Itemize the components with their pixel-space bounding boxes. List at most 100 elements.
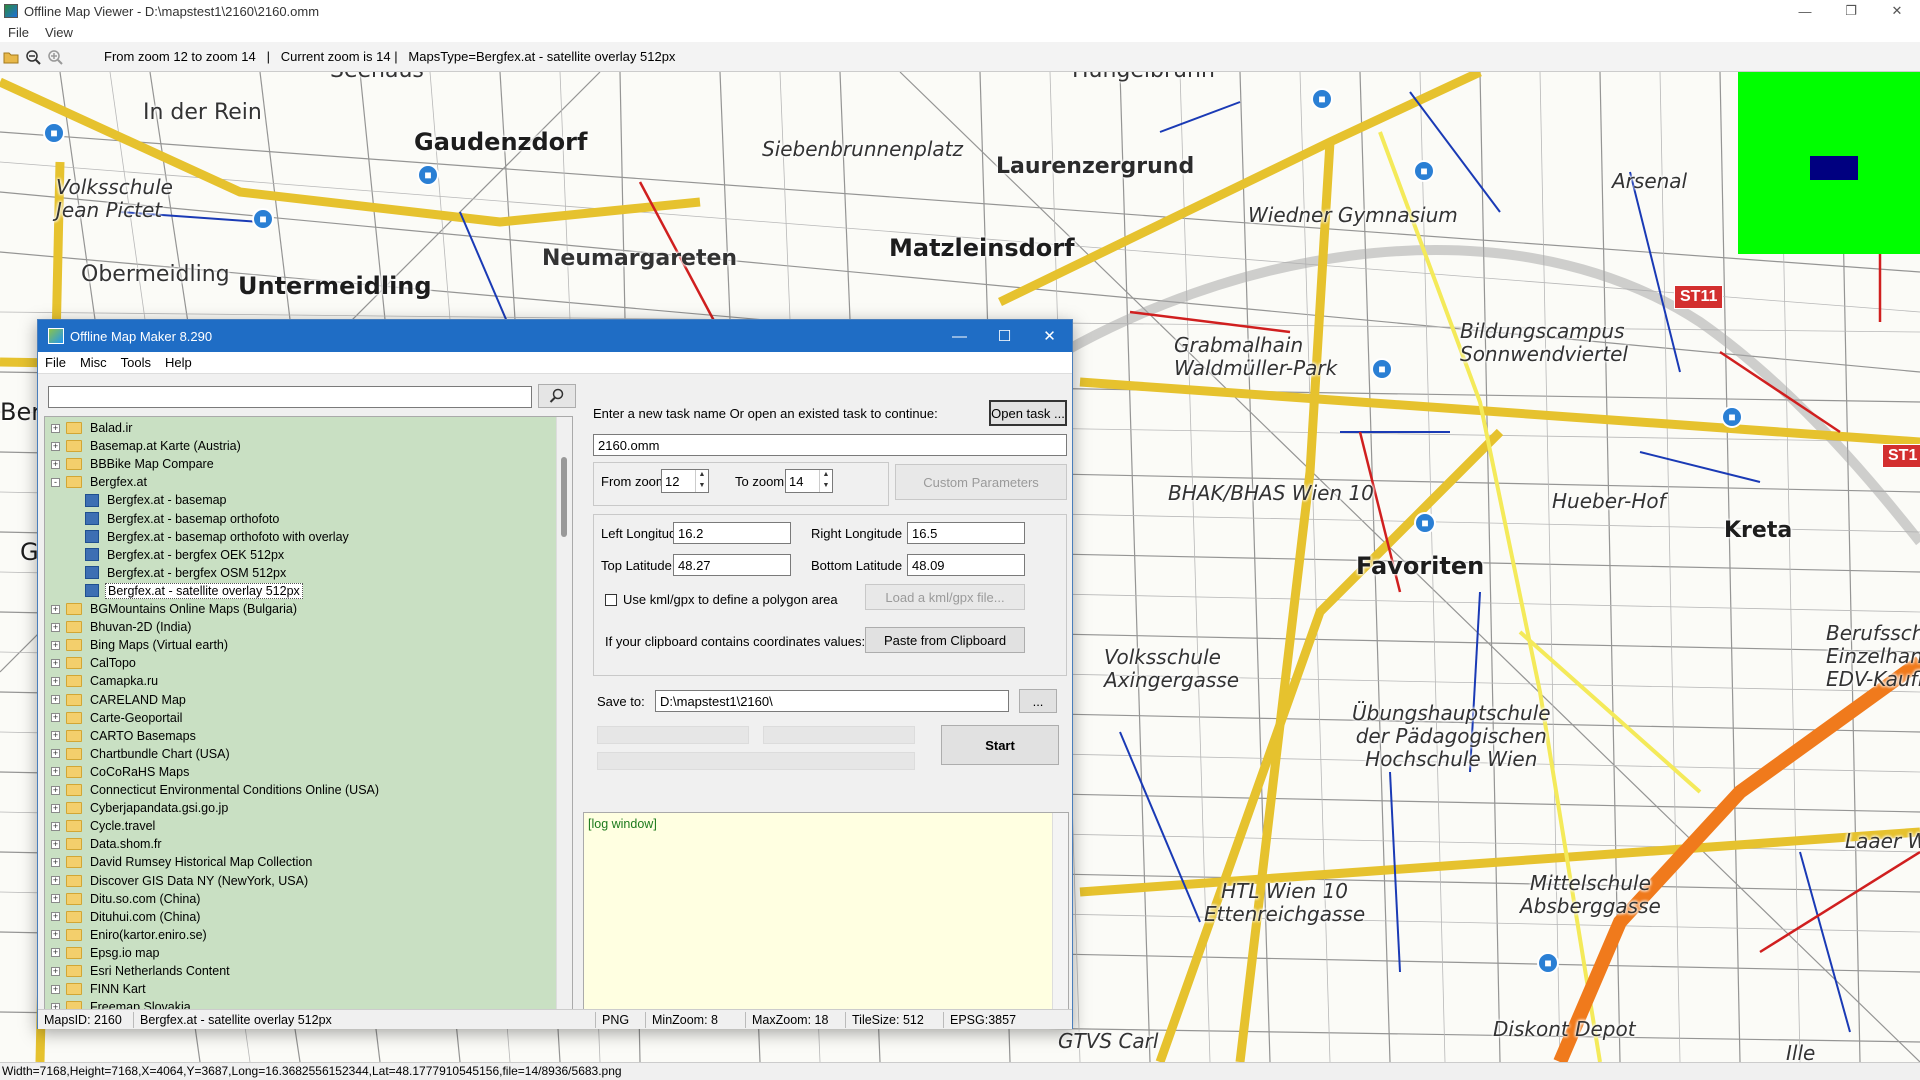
start-button[interactable]: Start xyxy=(941,725,1059,765)
menu-file[interactable]: File xyxy=(0,25,37,40)
overview-viewport[interactable] xyxy=(1810,156,1858,180)
expand-icon[interactable]: + xyxy=(51,984,60,994)
tree-map-item[interactable]: Bergfex.at - basemap orthofoto xyxy=(85,510,281,528)
expand-icon[interactable]: + xyxy=(51,767,60,777)
search-button[interactable] xyxy=(538,384,576,408)
dialog-menu-misc[interactable]: Misc xyxy=(73,355,114,370)
map-label-in-der-rein: In der Rein xyxy=(143,100,262,125)
expand-icon[interactable]: + xyxy=(51,459,60,469)
tree-map-item[interactable]: Bergfex.at - basemap orthofoto with over… xyxy=(85,528,351,546)
load-kml-button[interactable]: Load a kml/gpx file... xyxy=(865,584,1025,610)
tree-folder-item[interactable]: + CoCoRaHS Maps xyxy=(51,763,191,781)
tree-folder-item[interactable]: + Cycle.travel xyxy=(51,817,157,835)
expand-icon[interactable]: + xyxy=(51,749,60,759)
expand-icon[interactable]: + xyxy=(51,658,60,668)
close-icon[interactable]: ✕ xyxy=(1874,0,1920,22)
tree-folder-item[interactable]: + Bing Maps (Virtual earth) xyxy=(51,636,230,654)
save-to-input[interactable]: D:\mapstest1\2160\ xyxy=(655,690,1009,712)
log-window[interactable]: [log window] xyxy=(583,812,1069,1020)
bottom-latitude-input[interactable]: 48.09 xyxy=(907,554,1025,576)
status-map-name: Bergfex.at - satellite overlay 512px xyxy=(134,1011,596,1028)
left-longitude-input[interactable]: 16.2 xyxy=(673,522,791,544)
kml-polygon-checkbox[interactable] xyxy=(605,594,617,606)
open-task-button[interactable]: Open task ... xyxy=(989,400,1067,426)
expand-icon[interactable]: + xyxy=(51,604,60,614)
open-folder-icon[interactable] xyxy=(0,46,22,68)
tree-folder-item[interactable]: + Bhuvan-2D (India) xyxy=(51,618,193,636)
dialog-menu-help[interactable]: Help xyxy=(158,355,199,370)
tree-folder-item[interactable]: + Balad.ir xyxy=(51,419,134,437)
tree-folder-item[interactable]: + Carte-Geoportail xyxy=(51,709,184,727)
tree-folder-item[interactable]: + CARTO Basemaps xyxy=(51,727,198,745)
expand-icon[interactable]: + xyxy=(51,894,60,904)
menu-view[interactable]: View xyxy=(37,25,81,40)
minimize-icon[interactable]: — xyxy=(937,320,982,352)
overview-minimap[interactable] xyxy=(1738,72,1920,254)
expand-icon[interactable]: + xyxy=(51,839,60,849)
custom-parameters-button[interactable]: Custom Parameters xyxy=(895,464,1067,500)
right-longitude-input[interactable]: 16.5 xyxy=(907,522,1025,544)
tree-folder-item[interactable]: + Ditu.so.com (China) xyxy=(51,890,202,908)
expand-icon[interactable]: + xyxy=(51,930,60,940)
tree-folder-item[interactable]: + David Rumsey Historical Map Collection xyxy=(51,853,314,871)
map-source-tree[interactable]: + Balad.ir + Basemap.at Karte (Austria) + BBB… xyxy=(44,416,573,1012)
top-latitude-input[interactable]: 48.27 xyxy=(673,554,791,576)
expand-icon[interactable]: + xyxy=(51,803,60,813)
expand-icon[interactable]: + xyxy=(51,948,60,958)
tree-folder-item[interactable]: + BBBike Map Compare xyxy=(51,455,216,473)
expand-icon[interactable]: + xyxy=(51,622,60,632)
dialog-menu-file[interactable]: File xyxy=(38,355,73,370)
tree-map-item[interactable]: Bergfex.at - bergfex OSM 512px xyxy=(85,564,288,582)
task-name-input[interactable]: 2160.omm xyxy=(593,434,1067,456)
tree-folder-item[interactable]: + Discover GIS Data NY (NewYork, USA) xyxy=(51,872,310,890)
tree-folder-item[interactable]: + BGMountains Online Maps (Bulgaria) xyxy=(51,600,299,618)
expand-icon[interactable]: + xyxy=(51,441,60,451)
tree-folder-item[interactable]: + Eniro(kartor.eniro.se) xyxy=(51,926,209,944)
to-zoom-spinner[interactable]: 14 ▲ ▼ xyxy=(785,469,833,493)
zoom-out-icon[interactable] xyxy=(22,46,44,68)
paste-clipboard-button[interactable]: Paste from Clipboard xyxy=(865,627,1025,653)
tree-folder-item[interactable]: + Camapka.ru xyxy=(51,672,160,690)
log-scrollbar[interactable] xyxy=(1052,813,1068,1019)
expand-icon[interactable]: + xyxy=(51,857,60,867)
collapse-icon[interactable]: - xyxy=(51,477,60,487)
expand-icon[interactable]: + xyxy=(51,676,60,686)
expand-icon[interactable]: + xyxy=(51,423,60,433)
tree-folder-item[interactable]: + FINN Kart xyxy=(51,980,148,998)
tree-map-item[interactable]: Bergfex.at - bergfex OEK 512px xyxy=(85,546,286,564)
zoom-in-icon[interactable] xyxy=(44,46,66,68)
dialog-menu-tools[interactable]: Tools xyxy=(114,355,158,370)
status-maxzoom: MaxZoom: 18 xyxy=(746,1011,846,1028)
tree-folder-item[interactable]: - Bergfex.at xyxy=(51,473,149,491)
tree-folder-item[interactable]: + Basemap.at Karte (Austria) xyxy=(51,437,243,455)
tree-folder-item[interactable]: + Esri Netherlands Content xyxy=(51,962,232,980)
from-zoom-spinner[interactable]: 12 ▲ ▼ xyxy=(661,469,709,493)
tree-folder-item[interactable]: + Chartbundle Chart (USA) xyxy=(51,745,232,763)
expand-icon[interactable]: + xyxy=(51,785,60,795)
tree-folder-item[interactable]: + Epsg.io map xyxy=(51,944,161,962)
expand-icon[interactable]: + xyxy=(51,821,60,831)
tree-folder-item[interactable]: + CalTopo xyxy=(51,654,138,672)
expand-icon[interactable]: + xyxy=(51,912,60,922)
tree-map-item[interactable]: Bergfex.at - basemap xyxy=(85,491,229,509)
dialog-title-bar[interactable]: Offline Map Maker 8.290 — ☐ ✕ xyxy=(38,320,1072,352)
tree-map-item[interactable]: Bergfex.at - satellite overlay 512px xyxy=(85,582,303,600)
tree-folder-item[interactable]: + Data.shom.fr xyxy=(51,835,164,853)
maximize-icon[interactable]: ☐ xyxy=(982,320,1027,352)
expand-icon[interactable]: + xyxy=(51,731,60,741)
expand-icon[interactable]: + xyxy=(51,713,60,723)
close-icon[interactable]: ✕ xyxy=(1027,320,1072,352)
expand-icon[interactable]: + xyxy=(51,695,60,704)
tree-folder-item[interactable]: + Dituhui.com (China) xyxy=(51,908,202,926)
minimize-icon[interactable]: — xyxy=(1782,0,1828,22)
tree-folder-item[interactable]: + Connecticut Environmental Conditions On… xyxy=(51,781,381,799)
restore-icon[interactable]: ❐ xyxy=(1828,0,1874,22)
tree-folder-item[interactable]: + Cyberjapandata.gsi.go.jp xyxy=(51,799,230,817)
tree-folder-item[interactable]: + CARELAND Map xyxy=(51,691,188,709)
browse-button[interactable]: ... xyxy=(1019,689,1057,713)
tree-scrollbar[interactable] xyxy=(556,417,572,1011)
map-search-input[interactable] xyxy=(48,386,532,408)
expand-icon[interactable]: + xyxy=(51,876,60,885)
expand-icon[interactable]: + xyxy=(51,966,60,976)
expand-icon[interactable]: + xyxy=(51,640,60,650)
